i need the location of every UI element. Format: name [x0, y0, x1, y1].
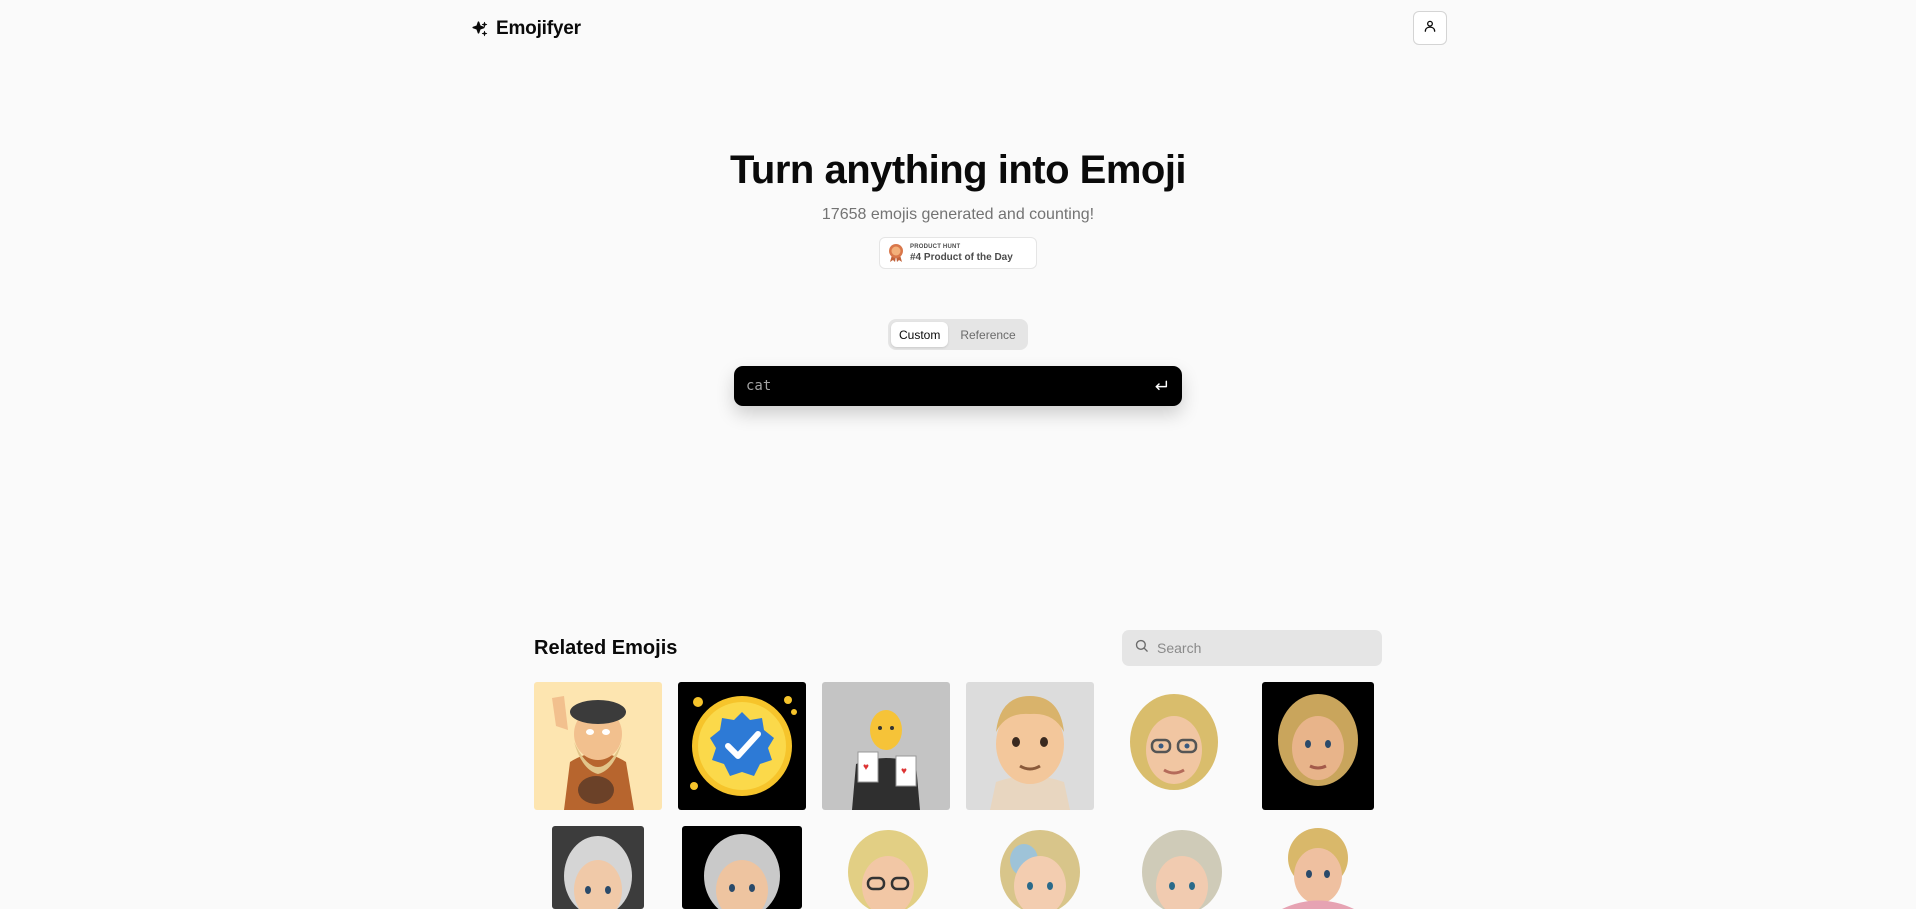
badge-source: PRODUCT HUNT: [910, 243, 961, 250]
curly-woman-emoji-image: [1278, 694, 1358, 786]
emoji-tile[interactable]: [534, 682, 662, 810]
blue-haired-woman-emoji-image: [1000, 830, 1080, 909]
search-box: [1122, 630, 1382, 666]
tab-custom[interactable]: Custom: [891, 322, 949, 347]
account-button[interactable]: [1413, 11, 1447, 45]
curly-woman-glasses-emoji-image: [1130, 694, 1218, 790]
emoji-tile[interactable]: [1268, 826, 1368, 909]
prompt-input[interactable]: [746, 378, 1152, 394]
old-man-emoji-image: [552, 696, 634, 810]
gray-haired-man-dark-emoji-image: [704, 834, 780, 909]
mode-toggle: Custom Reference: [888, 319, 1028, 350]
blonde-woman-glasses-emoji-image: [848, 830, 928, 909]
silver-haired-woman-emoji-image: [1142, 830, 1222, 909]
emoji-tile[interactable]: [1110, 682, 1238, 810]
search-input[interactable]: [1157, 640, 1382, 656]
blond-man-emoji-image: [990, 696, 1070, 810]
badge-rank: #4 Product of the Day: [910, 251, 1013, 263]
enter-icon[interactable]: [1152, 377, 1170, 395]
emoji-tile[interactable]: [1262, 682, 1374, 810]
emoji-counter: 17658 emojis generated and counting!: [821, 206, 1095, 223]
brand-name: Emojifyer: [496, 18, 581, 39]
brand-logo[interactable]: Emojifyer: [470, 16, 581, 42]
verified-badge-emoji-image: [690, 696, 797, 796]
medal-icon: [888, 243, 904, 263]
gray-haired-man-emoji-image: [564, 836, 632, 909]
emoji-tile[interactable]: [682, 826, 802, 909]
svg-text:♥: ♥: [863, 762, 869, 773]
emoji-tile[interactable]: ♥ ♥: [822, 682, 950, 810]
emoji-tile[interactable]: [1132, 826, 1232, 909]
emoji-tile[interactable]: [678, 682, 806, 810]
blonde-woman-updo-emoji-image: [1282, 828, 1354, 909]
sparkles-icon: [470, 19, 490, 39]
card-magician-emoji-image: ♥ ♥: [852, 710, 920, 810]
related-emojis-heading: Related Emojis: [534, 637, 678, 659]
search-icon: [1134, 638, 1149, 658]
top-bar: Emojifyer: [0, 0, 1916, 58]
tab-reference[interactable]: Reference: [952, 322, 1023, 347]
page-title: Turn anything into Emoji: [729, 148, 1187, 192]
emoji-tile[interactable]: [552, 826, 644, 909]
product-hunt-badge[interactable]: PRODUCT HUNT #4 Product of the Day: [879, 237, 1037, 269]
emoji-tile[interactable]: [966, 682, 1094, 810]
emoji-tile[interactable]: [838, 826, 938, 909]
prompt-box: [734, 366, 1182, 406]
emoji-tile[interactable]: [990, 826, 1090, 909]
user-icon: [1423, 19, 1437, 38]
svg-text:♥: ♥: [901, 766, 907, 777]
